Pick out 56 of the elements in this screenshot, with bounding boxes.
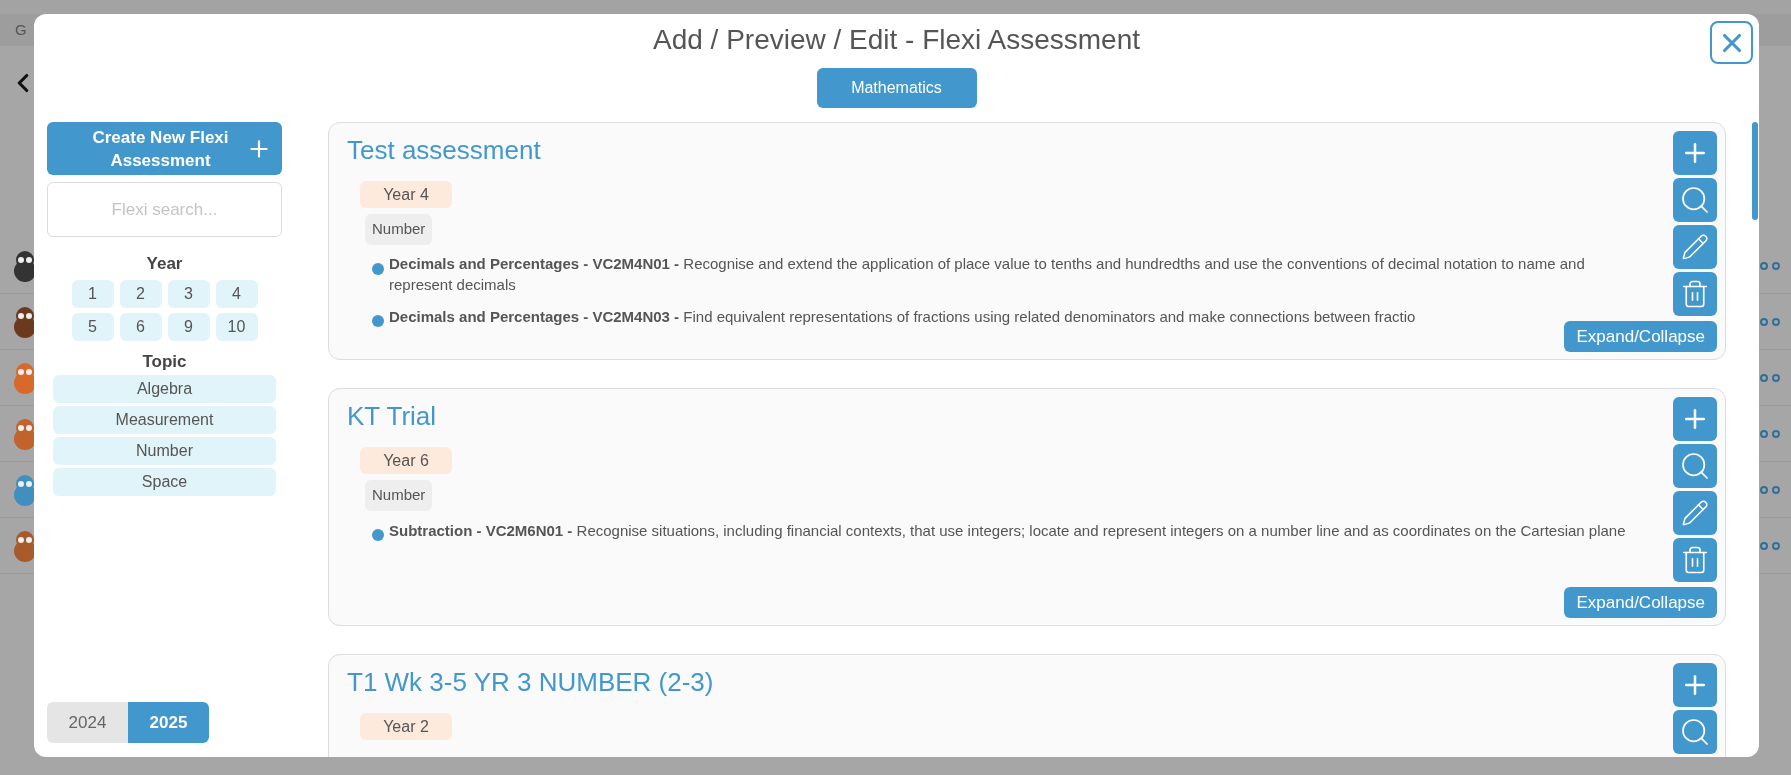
- search-icon: [1679, 184, 1711, 216]
- outcome-text: Decimals and Percentages - VC2M4N03 - Find equivalent representations of fractions using related denominators and make connections between fractio: [389, 306, 1416, 327]
- assessment-title: KT Trial: [347, 400, 437, 433]
- filter-heading: Year: [145, 253, 184, 275]
- more-icon[interactable]: [1759, 541, 1783, 550]
- year-chip[interactable]: 1: [71, 279, 114, 308]
- year-chip[interactable]: 9: [167, 312, 210, 341]
- search-button[interactable]: [1673, 444, 1717, 488]
- topic-chip[interactable]: Space: [53, 468, 276, 496]
- pencil-icon: [1681, 499, 1709, 527]
- search-button[interactable]: [1673, 178, 1717, 222]
- year-chip[interactable]: 10: [215, 312, 258, 341]
- bullet-icon: [372, 529, 384, 541]
- trash-icon: [1680, 545, 1710, 575]
- filter-heading: Topic: [141, 350, 188, 373]
- search-icon: [1679, 716, 1711, 748]
- year-chip[interactable]: 5: [71, 312, 114, 341]
- year-chip[interactable]: 4: [215, 279, 258, 308]
- add-button[interactable]: [1673, 397, 1717, 441]
- scrollbar[interactable]: [1752, 122, 1758, 220]
- year-tag: Year 6: [360, 447, 452, 474]
- more-icon[interactable]: [1759, 429, 1783, 438]
- more-icon[interactable]: [1759, 373, 1783, 382]
- topic-chip[interactable]: Measurement: [53, 406, 276, 434]
- search-field[interactable]: Flexi search...: [47, 182, 282, 237]
- year-tag: Year 2: [360, 713, 452, 740]
- more-icon[interactable]: [1759, 261, 1783, 270]
- year-chip[interactable]: 3: [167, 279, 210, 308]
- more-icon[interactable]: [1759, 317, 1783, 326]
- outcome-text: Decimals and Percentages - VC2M4N01 - Recognise and extend the application of place value to tenths and hundredths and use the conventions of decimal notation to name and represent decimals: [389, 254, 1586, 295]
- add-button[interactable]: [1673, 131, 1717, 175]
- dialog-title: Add / Preview / Edit - Flexi Assessment: [652, 23, 1141, 57]
- close-button[interactable]: [1710, 21, 1753, 64]
- topic-tag: Number: [365, 480, 433, 511]
- more-icon[interactable]: [1759, 485, 1783, 494]
- edit-button[interactable]: [1673, 491, 1717, 535]
- year-chip[interactable]: 6: [119, 312, 162, 341]
- outcome-text: Subtraction - VC2M6N01 - Recognise situations, including financial contexts, that use integers; locate and represent integers on a number line and as coordinates on the Cartesian plane: [389, 520, 1626, 541]
- topic-chip[interactable]: Number: [53, 437, 276, 465]
- bullet-icon: [372, 315, 384, 327]
- assessment-title: Test assessment: [347, 134, 541, 167]
- trash-icon: [1680, 279, 1710, 309]
- topic-chip[interactable]: Algebra: [53, 375, 276, 403]
- add-button[interactable]: [1673, 663, 1717, 707]
- year-toggle[interactable]: 2024: [47, 702, 128, 743]
- edit-button[interactable]: [1673, 225, 1717, 269]
- delete-button[interactable]: [1673, 538, 1717, 582]
- pencil-icon: [1681, 233, 1709, 261]
- search-icon: [1679, 450, 1711, 482]
- bullet-icon: [372, 263, 384, 275]
- year-tag: Year 4: [360, 181, 452, 208]
- assessment-title: T1 Wk 3-5 YR 3 NUMBER (2-3): [347, 666, 714, 699]
- topic-tag: Number: [365, 214, 433, 245]
- delete-button[interactable]: [1673, 272, 1717, 316]
- search-button[interactable]: [1673, 710, 1717, 754]
- year-chip[interactable]: 2: [119, 279, 162, 308]
